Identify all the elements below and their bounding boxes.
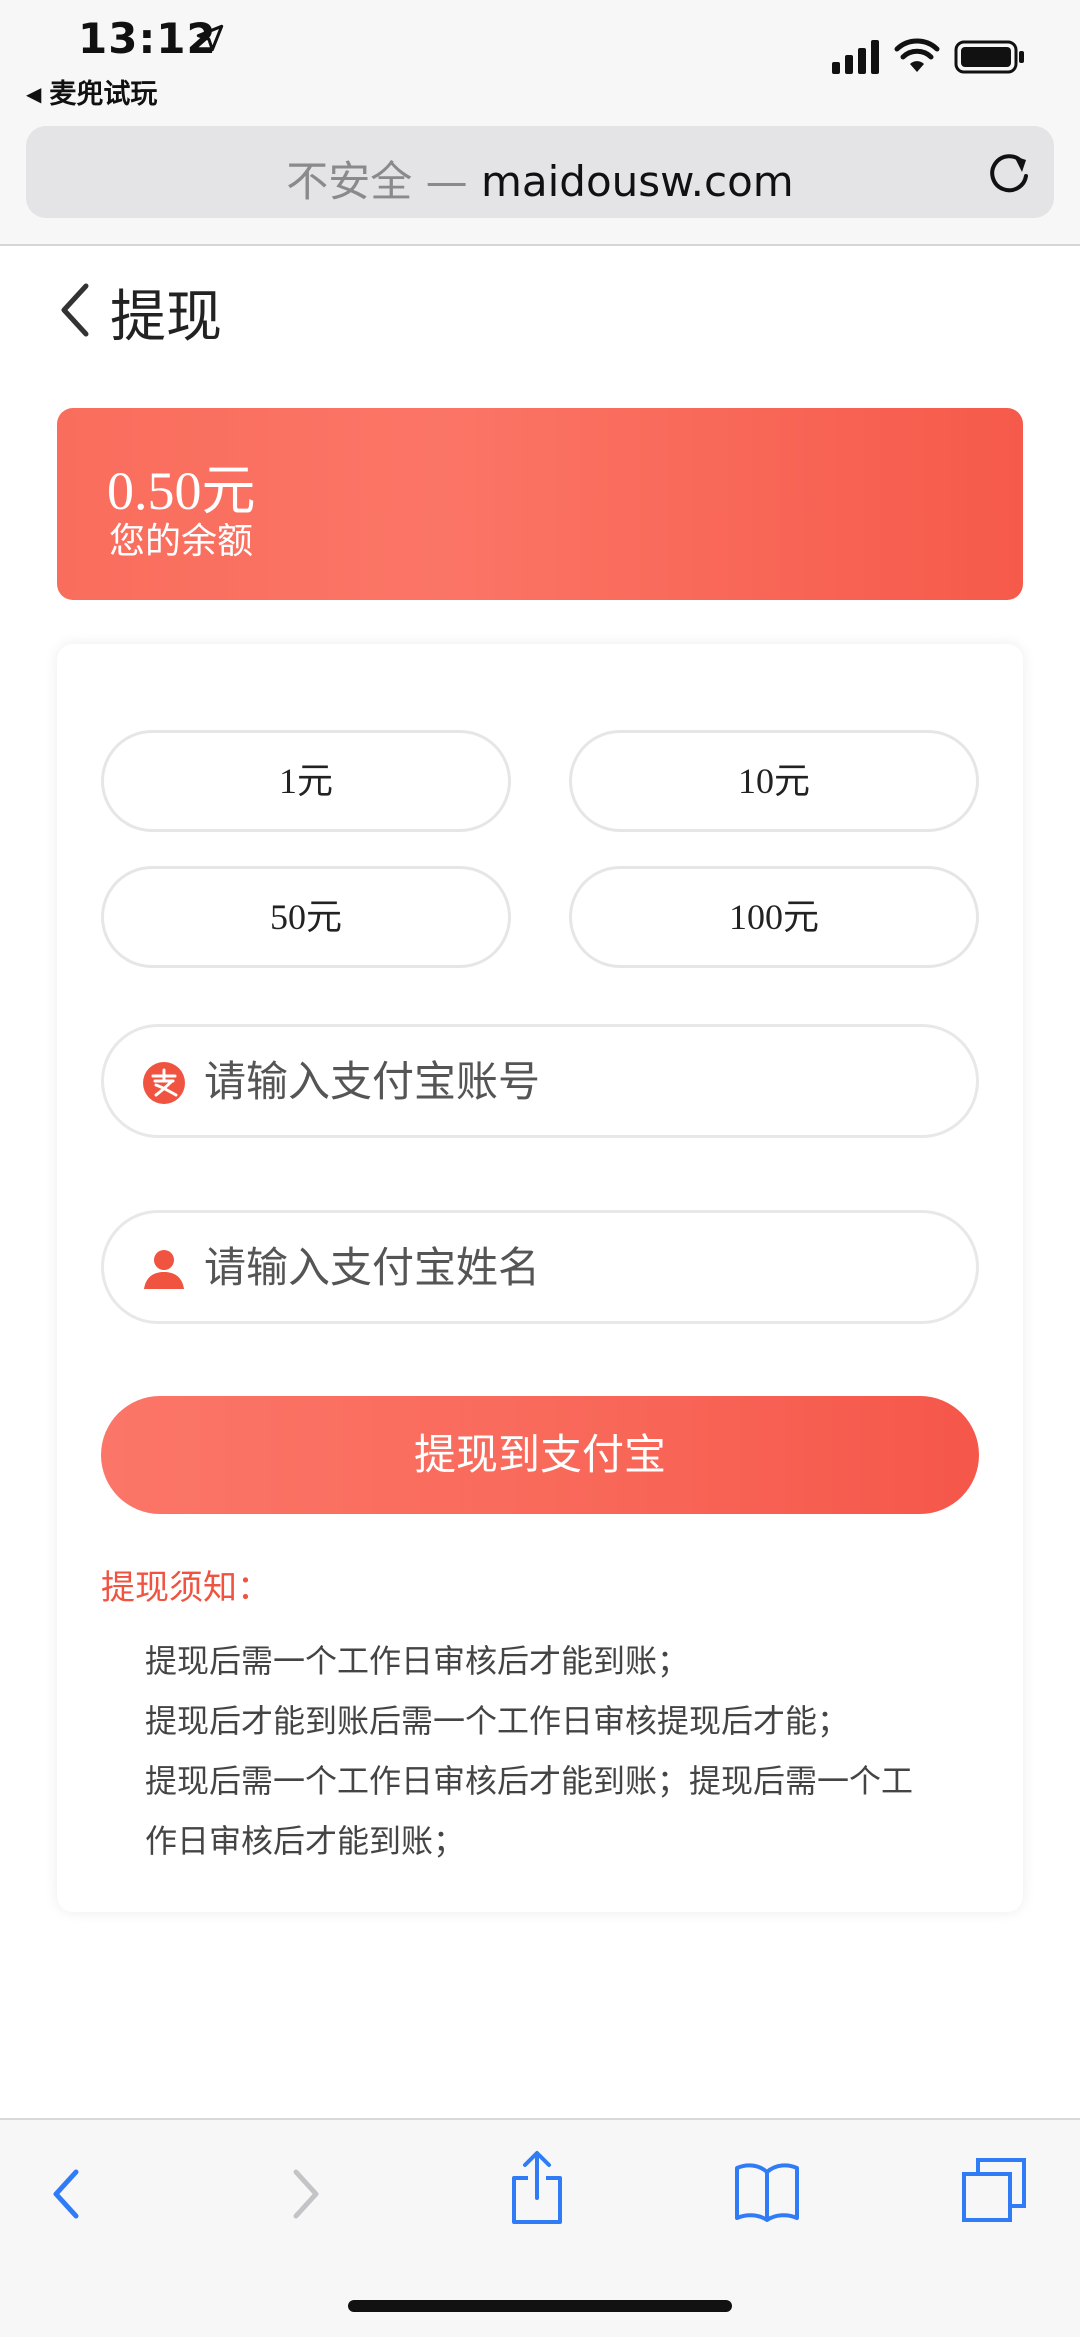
withdraw-to-alipay-button[interactable]: 提现到支付宝 — [101, 1396, 979, 1514]
browser-address-area: 不安全 — maidousw.com — [0, 120, 1080, 246]
url-display[interactable]: 不安全 — maidousw.com — [26, 148, 1054, 209]
page-title: 提现 — [110, 285, 222, 350]
notice-line: 提现后需一个工作日审核后才能到账；提现后需一个工 — [145, 1762, 914, 1800]
notice-line: 作日审核后才能到账； — [145, 1822, 466, 1860]
back-app-label: 麦兜试玩 — [49, 79, 158, 110]
back-chevron-icon[interactable] — [56, 280, 96, 340]
tabs-icon[interactable] — [960, 2156, 1028, 2224]
bookmarks-icon[interactable] — [734, 2160, 800, 2222]
address-bar[interactable]: 不安全 — maidousw.com — [26, 126, 1054, 218]
amount-option-10[interactable]: 10元 — [569, 730, 979, 832]
withdraw-form-card: 1元 10元 50元 100元 提现到支付宝 提现须知： 提现后需一个工作日审核… — [57, 644, 1023, 1912]
amount-option-100[interactable]: 100元 — [569, 866, 979, 968]
url-domain: maidousw.com — [480, 157, 794, 206]
notice-title: 提现须知： — [101, 1568, 271, 1608]
share-icon[interactable] — [508, 2150, 566, 2226]
reload-icon[interactable] — [986, 150, 1032, 196]
home-indicator[interactable] — [348, 2300, 732, 2312]
alipay-account-input[interactable] — [204, 1045, 944, 1117]
alipay-icon — [143, 1062, 185, 1104]
balance-card: 0.50元 您的余额 — [57, 408, 1023, 600]
back-icon[interactable] — [48, 2166, 84, 2222]
page-header: 提现 — [0, 262, 1080, 358]
battery-icon — [954, 40, 1024, 74]
status-bar: 13:12 ◀ 麦兜试玩 — [0, 0, 1080, 120]
back-triangle-icon: ◀ — [26, 82, 42, 106]
forward-icon[interactable] — [288, 2166, 324, 2222]
back-to-app-link[interactable]: ◀ 麦兜试玩 — [26, 72, 157, 111]
alipay-name-input[interactable] — [204, 1231, 944, 1303]
balance-label: 您的余额 — [109, 521, 254, 562]
location-arrow-icon — [196, 24, 224, 52]
alipay-name-field[interactable] — [101, 1210, 979, 1324]
wifi-icon — [894, 38, 940, 72]
amount-option-1[interactable]: 1元 — [101, 730, 511, 832]
insecure-label: 不安全 — — [286, 157, 468, 206]
cellular-signal-icon — [832, 40, 879, 74]
notice-line: 提现后才能到账后需一个工作日审核提现后才能； — [145, 1702, 850, 1740]
user-icon — [144, 1250, 184, 1289]
notice-line: 提现后需一个工作日审核后才能到账； — [145, 1642, 690, 1680]
alipay-account-field[interactable] — [101, 1024, 979, 1138]
amount-option-50[interactable]: 50元 — [101, 866, 511, 968]
